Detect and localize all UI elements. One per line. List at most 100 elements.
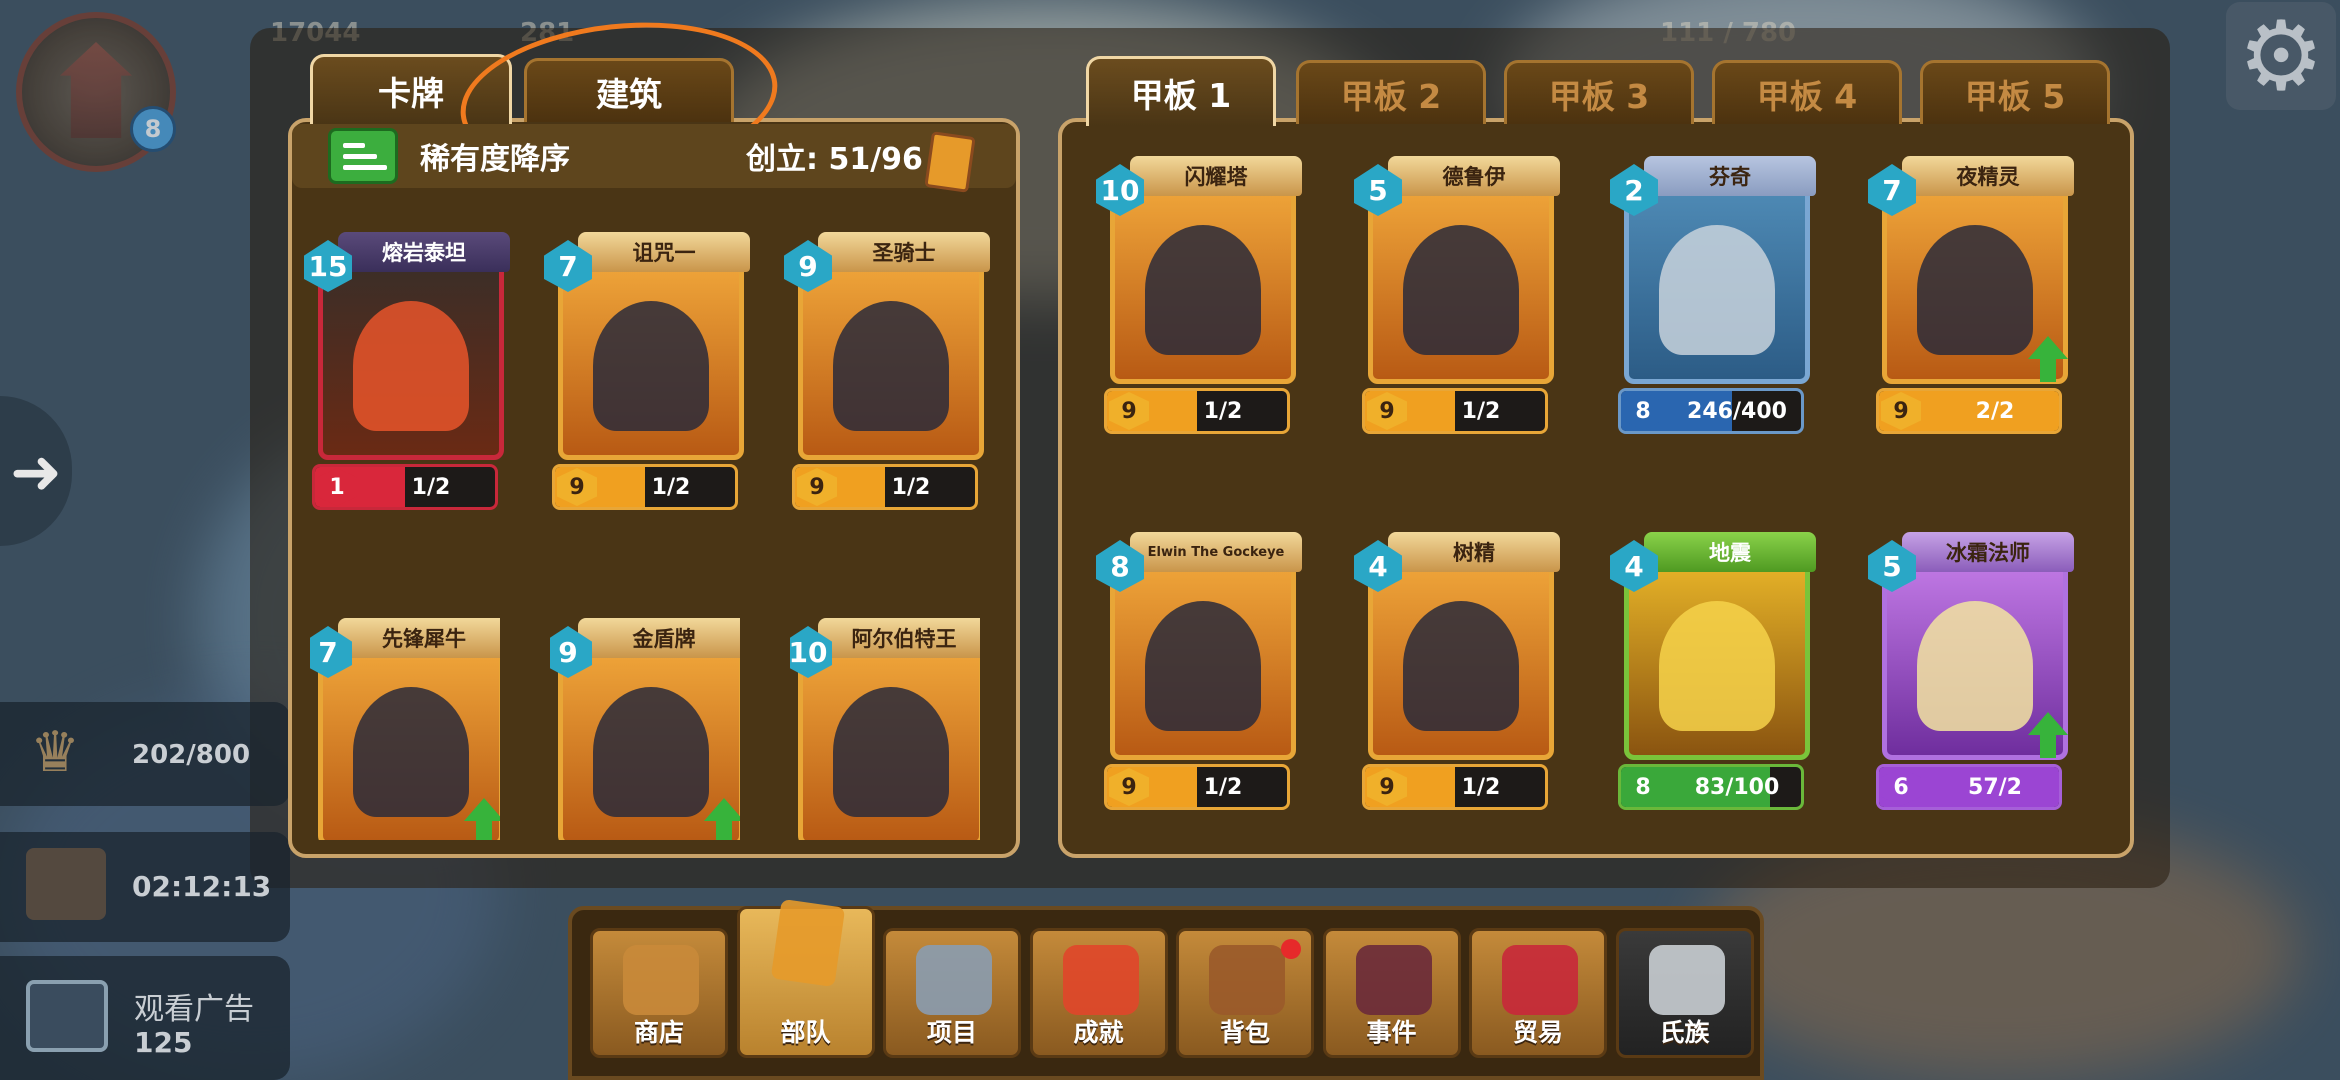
card-frame [1368,556,1554,760]
sort-menu-button[interactable] [328,128,398,184]
tv-icon [26,980,108,1052]
card-frame [1624,180,1810,384]
card-name: 树精 [1388,532,1560,572]
card-progress-text: 1/2 [891,474,931,500]
nav-label: 背包 [1219,1018,1270,1047]
card-frame [558,642,740,840]
card-name: 阿尔伯特王 [818,618,980,658]
nav-money-bag[interactable]: 商店 [590,928,728,1058]
card-name: 熔岩泰坦 [338,232,510,272]
menu-icon-bar [343,153,377,159]
chest-timer: 02:12:13 [132,870,272,903]
card-icon [924,131,976,193]
card-progress-text: 246/400 [1687,398,1787,424]
settings-button[interactable]: ⚙ [2226,2,2336,110]
chest-icon [26,848,106,920]
tab-deck-4[interactable]: 甲板 4 [1712,60,1902,124]
sort-label: 稀有度降序 [420,142,570,177]
card[interactable]: 先锋犀牛 7 [310,618,500,840]
nav-label: 事件 [1366,1018,1417,1047]
player-avatar[interactable]: 8 [16,12,176,172]
tab-deck-5[interactable]: 甲板 5 [1920,60,2110,124]
card-progress-text: 1/2 [1203,774,1243,800]
nav-label: 成就 [1073,1018,1124,1047]
card-progress-bar: 8 83/100 [1618,764,1804,810]
card-progress-text: 83/100 [1694,774,1780,800]
backpack-icon [1209,945,1285,1015]
watch-ad-reward: 125 [134,1026,193,1059]
nav-skull-gate[interactable]: 事件 [1322,928,1461,1058]
card-progress-bar: 1 1/2 [312,464,498,510]
card-art [1659,601,1775,731]
card-art [1917,601,2033,731]
menu-icon-bar [343,142,365,148]
nav-market-stall[interactable]: 贸易 [1469,928,1607,1058]
card-frame [1624,556,1810,760]
created-count: 创立: 51/96 [746,142,923,177]
card-art [833,301,949,431]
card-name: 圣骑士 [818,232,990,272]
watch-ad-label: 观看广告 [134,992,254,1027]
card-art [353,301,469,431]
notification-dot [1281,939,1301,959]
card-art [833,687,949,817]
card-frame [318,642,500,840]
card-frame [1110,180,1296,384]
card-name: 诅咒一 [578,232,750,272]
nav-sword-shield[interactable]: 项目 [883,928,1021,1058]
crown-value: 202/800 [132,740,251,770]
skull-gate-icon [1355,945,1432,1015]
card-frame [318,256,504,460]
card-progress-bar: 8 246/400 [1618,388,1804,434]
nav-backpack[interactable]: 背包 [1176,928,1314,1058]
tab-deck-1[interactable]: 甲板 1 [1086,56,1276,126]
card-art [1403,225,1519,355]
card-progress-text: 1/2 [1461,398,1501,424]
card-progress-text: 1/2 [651,474,691,500]
card-art [1145,225,1261,355]
card-progress-bar: 9 1/2 [1104,764,1290,810]
card-progress-text: 57/2 [1968,774,2022,800]
card-progress-bar: 9 1/2 [552,464,738,510]
card[interactable]: 阿尔伯特王 10 [790,618,980,840]
nav-label: 项目 [926,1018,977,1047]
card-frame [798,642,980,840]
nav-castle[interactable]: 氏族 [1615,928,1754,1058]
card-name: 先锋犀牛 [338,618,500,658]
card-icon [770,898,845,988]
medal-icon [1062,945,1139,1015]
card-progress-bar: 9 1/2 [1104,388,1290,434]
card-art [593,687,709,817]
sword-shield-icon [916,945,992,1015]
card-progress-text: 1/2 [411,474,451,500]
castle-icon [1648,945,1725,1015]
card-progress-text: 2/2 [1975,398,2015,424]
card-progress-bar: 9 1/2 [1362,764,1548,810]
card-name: 芬奇 [1644,156,1816,196]
card-name: 夜精灵 [1902,156,2074,196]
card-frame [1110,556,1296,760]
tab-label: 卡牌 [378,73,444,113]
tab-deck-2[interactable]: 甲板 2 [1296,60,1486,124]
card-art [1145,601,1261,731]
nav-label: 氏族 [1659,1018,1710,1047]
tab-deck-3[interactable]: 甲板 3 [1504,60,1694,124]
arrow-right-icon: ➜ [10,434,62,508]
card-progress-bar: 9 1/2 [1362,388,1548,434]
card-name: 地震 [1644,532,1816,572]
menu-icon-bar [343,164,387,170]
card-art [1659,225,1775,355]
money-bag-icon [623,945,699,1015]
nav-medal[interactable]: 成就 [1029,928,1168,1058]
card-name: 冰霜法师 [1902,532,2074,572]
card-name: 闪耀塔 [1130,156,1302,196]
card[interactable]: 金盾牌 9 [550,618,740,840]
card-art [593,301,709,431]
nav-label: 商店 [633,1018,684,1047]
card-progress-bar: 9 2/2 [1876,388,2062,434]
card-progress-text: 1/2 [1203,398,1243,424]
card-name: 金盾牌 [578,618,740,658]
player-level-badge: 8 [130,106,176,152]
card-progress-bar: 9 1/2 [792,464,978,510]
nav-card[interactable]: 部队 [736,898,875,1058]
